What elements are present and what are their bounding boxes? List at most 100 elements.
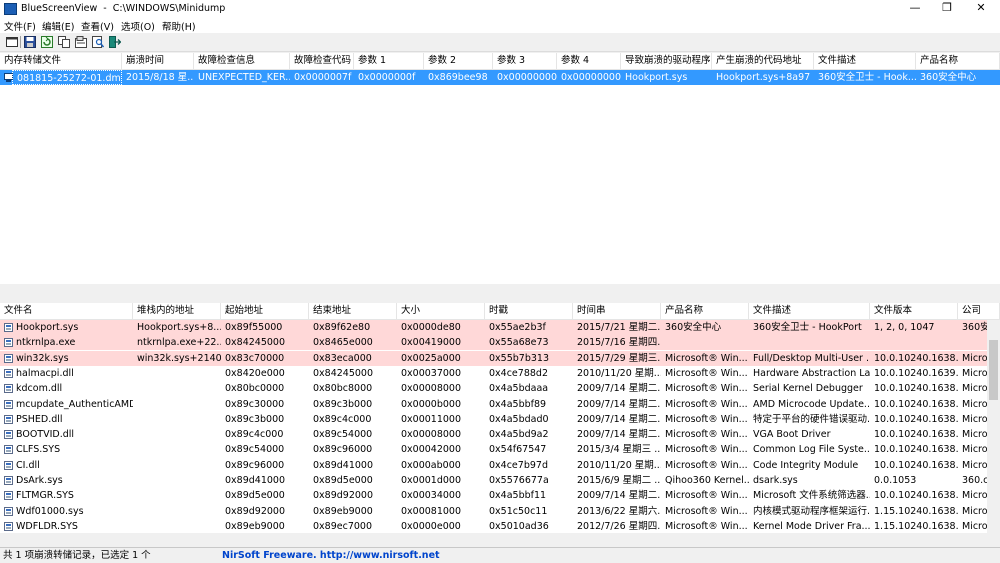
driver-file-version	[870, 335, 958, 350]
find-icon[interactable]	[92, 36, 104, 48]
driver-description: Serial Kernel Debugger	[753, 383, 863, 395]
driver-row[interactable]: mcupdate_AuthenticAMD.... 0x89c30000 0x89c…	[0, 397, 1000, 412]
driver-timestamp: 0x55a68e73	[489, 337, 549, 349]
driver-description: Microsoft 文件系统筛选器...	[753, 490, 870, 502]
driver-row[interactable]: WDFLDR.SYS 0x89eb9000 0x89ec7000 0x0000e000…	[0, 519, 1000, 534]
menu-view[interactable]: 查看(V)	[81, 19, 114, 33]
driver-row[interactable]: FLTMGR.SYS 0x89d5e000 0x89d92000 0x00034000…	[0, 488, 1000, 503]
col-company[interactable]: 公司	[958, 303, 1000, 319]
driver-file-version: 10.0.10240.1638...	[874, 352, 958, 364]
col-timestamp[interactable]: 时戳	[485, 303, 573, 319]
driver-row[interactable]: Wdf01000.sys 0x89d92000 0x89eb9000 0x000810…	[0, 504, 1000, 519]
col-size[interactable]: 大小	[397, 303, 485, 319]
col-dump-file[interactable]: 内存转储文件	[0, 53, 122, 69]
driver-address-in-stack	[133, 442, 221, 457]
dump-crash-time: 2015/8/18 星...	[126, 72, 194, 83]
dump-caused-by-driver: Hookport.sys	[625, 72, 688, 83]
driver-size: 0x0000e000	[401, 520, 461, 532]
driver-filename: CI.dll	[16, 459, 40, 471]
col-file-description[interactable]: 文件描述	[814, 53, 916, 69]
driver-description: dsark.sys	[753, 475, 798, 486]
driver-filename: WDFLDR.SYS	[16, 520, 78, 532]
drivers-vertical-scrollbar[interactable]	[987, 320, 1000, 533]
driver-description: VGA Boot Driver	[753, 429, 831, 441]
col-param2[interactable]: 参数 2	[424, 53, 493, 69]
menu-options[interactable]: 选项(O)	[121, 19, 155, 33]
col-caused-by-driver[interactable]: 导致崩溃的驱动程序	[621, 53, 712, 69]
maximize-button[interactable]: ❐	[932, 0, 962, 17]
driver-time-string: 2009/7/14 星期二...	[577, 429, 661, 441]
col-param4[interactable]: 参数 4	[557, 53, 621, 69]
driver-row[interactable]: DsArk.sys 0x89d41000 0x89d5e000 0x0001d000 0…	[0, 473, 1000, 488]
exit-icon[interactable]	[109, 36, 121, 48]
col-to-address[interactable]: 结束地址	[309, 303, 397, 319]
driver-row[interactable]: CLFS.SYS 0x89c54000 0x89c96000 0x00042000 0x…	[0, 442, 1000, 457]
refresh-icon[interactable]	[41, 36, 53, 48]
driver-row[interactable]: Hookport.sys Hookport.sys+8... 0x89f55000 0…	[0, 320, 1000, 335]
driver-description: Full/Desktop Multi-User ...	[753, 352, 870, 364]
driver-row[interactable]: ntkrnlpa.exe ntkrnlpa.exe+22... 0x84245000…	[0, 335, 1000, 351]
dump-row[interactable]: 081815-25272-01.dmp 2015/8/18 星... UNEXP…	[0, 70, 1000, 85]
driver-address-in-stack	[133, 519, 221, 534]
driver-row[interactable]: halmacpi.dll 0x8420e000 0x84245000 0x000370…	[0, 366, 1000, 381]
driver-size: 0x00011000	[401, 413, 462, 425]
col-param1[interactable]: 参数 1	[354, 53, 424, 69]
driver-timestamp: 0x4ce7b97d	[489, 459, 548, 471]
menu-edit[interactable]: 编辑(E)	[42, 19, 74, 33]
driver-file-version: 10.0.10240.1638...	[874, 383, 958, 395]
drivers-list[interactable]: 文件名 堆栈内的地址 起始地址 结束地址 大小 时戳 时间串 产品名称 文件描述…	[0, 303, 1000, 547]
drivers-list-header: 文件名 堆栈内的地址 起始地址 结束地址 大小 时戳 时间串 产品名称 文件描述…	[0, 303, 1000, 320]
close-button[interactable]: ✕	[966, 0, 996, 17]
nirsoft-link[interactable]: NirSoft Freeware. http://www.nirsoft.net	[222, 549, 440, 562]
driver-size: 0x0001d000	[401, 475, 462, 486]
driver-time-string: 2009/7/14 星期二...	[577, 490, 661, 502]
properties-icon[interactable]	[6, 36, 18, 48]
driver-timestamp: 0x4a5bbf89	[489, 398, 547, 410]
col-product[interactable]: 产品名称	[661, 303, 749, 319]
driver-address-in-stack	[133, 381, 221, 396]
driver-to-address: 0x89f62e80	[313, 322, 371, 333]
col-bug-check-string[interactable]: 故障检查信息	[194, 53, 290, 69]
driver-row[interactable]: CI.dll 0x89c96000 0x89d41000 0x000ab000 0x4c…	[0, 458, 1000, 473]
dump-files-list[interactable]: 内存转储文件 崩溃时间 故障检查信息 故障检查代码 参数 1 参数 2 参数 3…	[0, 53, 1000, 298]
driver-description	[749, 335, 870, 350]
save-icon[interactable]	[24, 36, 36, 48]
top-horizontal-scrollbar[interactable]	[0, 284, 1000, 298]
col-crash-time[interactable]: 崩溃时间	[122, 53, 194, 69]
driver-file-version: 0.0.1053	[874, 475, 917, 486]
driver-row[interactable]: win32k.sys win32k.sys+2140... 0x83c70000 0x…	[0, 350, 1000, 366]
copy-icon[interactable]	[58, 36, 70, 48]
col-caused-by-address[interactable]: 产生崩溃的代码地址	[712, 53, 814, 69]
driver-description: 特定于平台的硬件错误驱动...	[753, 413, 870, 425]
driver-filename: PSHED.dll	[16, 413, 63, 425]
col-time-string[interactable]: 时间串	[573, 303, 661, 319]
col-description[interactable]: 文件描述	[749, 303, 870, 319]
driver-file-version: 10.0.10240.1638...	[874, 429, 958, 441]
driver-to-address: 0x89c3b000	[313, 398, 373, 410]
minimize-button[interactable]: —	[900, 0, 930, 17]
report-icon[interactable]	[75, 36, 87, 48]
drivers-horizontal-scrollbar[interactable]	[0, 533, 1000, 547]
driver-row[interactable]: BOOTVID.dll 0x89c4c000 0x89c54000 0x0000800…	[0, 427, 1000, 442]
dump-bug-check-string: UNEXPECTED_KER...	[198, 72, 290, 83]
menu-file[interactable]: 文件(F)	[4, 19, 36, 33]
vertical-scroll-thumb[interactable]	[989, 340, 998, 400]
driver-file-version: 1.15.10240.1638...	[874, 505, 958, 517]
col-filename[interactable]: 文件名	[0, 303, 133, 319]
driver-from-address: 0x89d92000	[225, 505, 286, 517]
driver-size: 0x0000de80	[401, 322, 461, 333]
menu-help[interactable]: 帮助(H)	[162, 19, 196, 33]
col-product-name[interactable]: 产品名称	[916, 53, 1000, 69]
driver-to-address: 0x89ec7000	[313, 520, 372, 532]
col-file-version[interactable]: 文件版本	[870, 303, 958, 319]
col-bug-check-code[interactable]: 故障检查代码	[290, 53, 354, 69]
col-from-address[interactable]: 起始地址	[221, 303, 309, 319]
col-param3[interactable]: 参数 3	[493, 53, 557, 69]
driver-row[interactable]: kdcom.dll 0x80bc0000 0x80bc8000 0x00008000 0…	[0, 381, 1000, 396]
col-address-in-stack[interactable]: 堆栈内的地址	[133, 303, 221, 319]
driver-product: Microsoft® Win...	[665, 383, 748, 395]
driver-from-address: 0x89d41000	[225, 475, 286, 486]
driver-row[interactable]: PSHED.dll 0x89c3b000 0x89c4c000 0x00011000 0…	[0, 412, 1000, 427]
driver-timestamp: 0x5576677a	[489, 475, 549, 486]
window-title: BlueScreenView - C:\WINDOWS\Minidump	[21, 3, 226, 14]
